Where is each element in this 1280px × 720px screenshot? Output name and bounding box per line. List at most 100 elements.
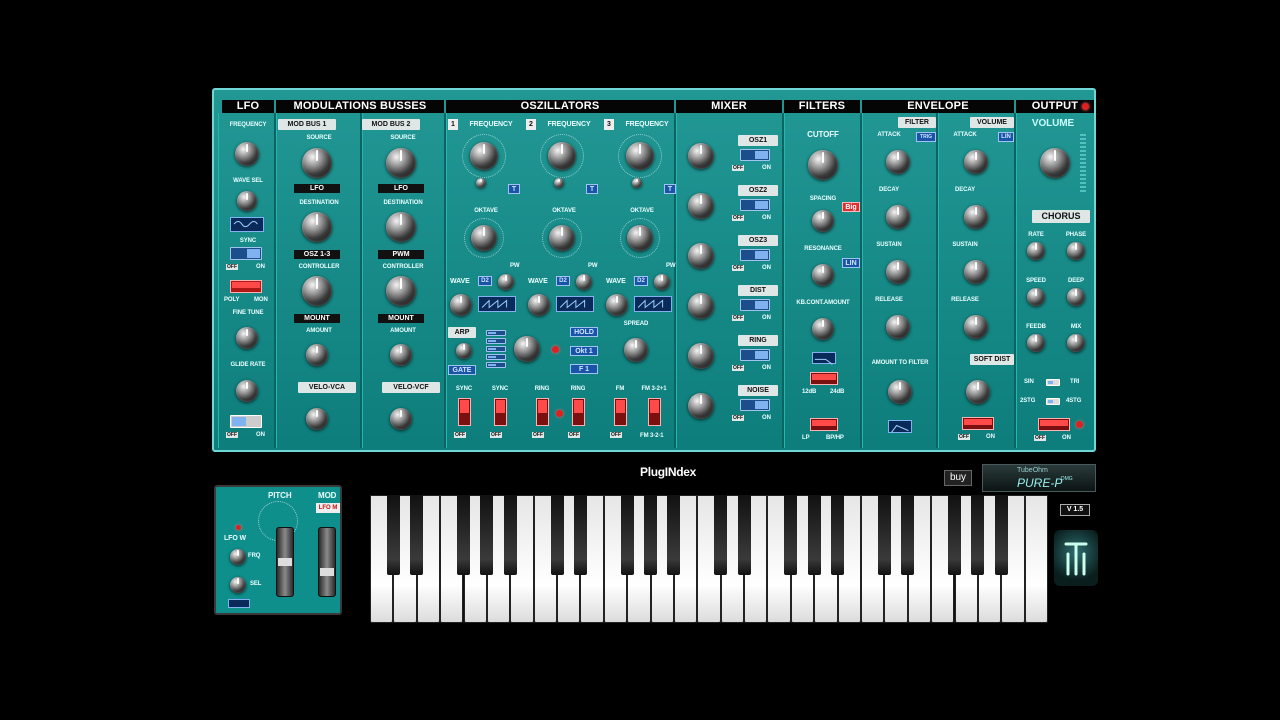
slope-switch[interactable] xyxy=(810,372,838,385)
osc-bottom-switch[interactable] xyxy=(458,398,471,426)
osc-bottom-switch[interactable] xyxy=(648,398,661,426)
black-key[interactable] xyxy=(457,495,470,575)
black-key[interactable] xyxy=(877,495,891,575)
osc-2-wave-knob[interactable] xyxy=(528,294,550,316)
black-key[interactable] xyxy=(948,495,961,575)
mod-bus-1-controller-knob[interactable] xyxy=(302,276,332,306)
black-key[interactable] xyxy=(901,495,915,575)
osc-1-wave-knob[interactable] xyxy=(450,294,472,316)
buy-button[interactable]: buy xyxy=(944,470,972,486)
osc-1-pw-knob[interactable] xyxy=(498,274,514,290)
velo-vcf-knob[interactable] xyxy=(390,408,412,430)
arp-mode-knob[interactable] xyxy=(514,336,540,362)
arp-mode-option[interactable] xyxy=(486,338,506,344)
soft-dist-knob[interactable] xyxy=(966,380,990,404)
osc-3-oktave-knob[interactable] xyxy=(627,225,653,251)
chorus-feedb-knob[interactable] xyxy=(1027,334,1045,352)
black-key[interactable] xyxy=(620,495,634,575)
volume-env-sustain-knob[interactable] xyxy=(964,260,988,284)
mod-bus-2-source-knob[interactable] xyxy=(386,148,416,178)
osc-2-frequency-knob[interactable] xyxy=(548,142,576,170)
black-key[interactable] xyxy=(573,495,587,575)
arp-mode-option[interactable] xyxy=(486,362,506,368)
filter-env-decay-knob[interactable] xyxy=(886,205,910,229)
poly-mono-switch[interactable] xyxy=(230,280,262,293)
osc-3-frequency-knob[interactable] xyxy=(626,142,654,170)
filter-mode-switch[interactable] xyxy=(810,418,838,431)
black-key[interactable] xyxy=(807,495,821,575)
mod-bus-1-source-knob[interactable] xyxy=(302,148,332,178)
black-key[interactable] xyxy=(737,495,751,575)
arp-mode-option[interactable] xyxy=(486,346,506,352)
black-key[interactable] xyxy=(503,495,517,575)
chorus-speed-knob[interactable] xyxy=(1027,288,1045,306)
fine-tune-knob[interactable] xyxy=(236,327,258,349)
cutoff-knob[interactable] xyxy=(808,150,838,180)
resonance-lin-button[interactable]: LIN xyxy=(842,258,860,268)
osc-1-fine-knob[interactable] xyxy=(476,178,486,188)
glide-switch[interactable] xyxy=(230,415,262,428)
black-key[interactable] xyxy=(831,495,845,575)
filter-trig-button[interactable]: TRIG xyxy=(916,132,936,142)
chorus-deep-knob[interactable] xyxy=(1067,288,1085,306)
osc-2-oktave-knob[interactable] xyxy=(549,225,575,251)
hold-button[interactable]: HOLD xyxy=(570,327,598,337)
osc-bottom-switch[interactable] xyxy=(536,398,549,426)
mod-bus-2-controller-knob[interactable] xyxy=(386,276,416,306)
big-button[interactable]: Big xyxy=(842,202,860,212)
mixer-osz2-switch[interactable] xyxy=(740,199,770,211)
soft-dist-switch[interactable] xyxy=(962,417,994,430)
output-volume-knob[interactable] xyxy=(1040,148,1070,178)
spread-knob[interactable] xyxy=(624,338,648,362)
black-key[interactable] xyxy=(714,495,728,575)
mixer-osz3-switch[interactable] xyxy=(740,249,770,261)
kb-cont-amount-knob[interactable] xyxy=(812,318,834,340)
filter-env-attack-knob[interactable] xyxy=(886,150,910,174)
osc-1-t-button[interactable]: T xyxy=(508,184,520,194)
mod-bus-1-amount-knob[interactable] xyxy=(306,344,328,366)
black-key[interactable] xyxy=(667,495,681,575)
filter-env-release-knob[interactable] xyxy=(886,315,910,339)
lfo-sel-knob[interactable] xyxy=(230,577,246,593)
arp-button[interactable]: ARP xyxy=(448,327,476,338)
resonance-knob[interactable] xyxy=(812,264,834,286)
mixer-ring-switch[interactable] xyxy=(740,349,770,361)
amount-to-filter-knob[interactable] xyxy=(888,380,912,404)
black-key[interactable] xyxy=(784,495,798,575)
osc-2-t-button[interactable]: T xyxy=(586,184,598,194)
arp-mode-option[interactable] xyxy=(486,330,506,336)
filter-env-sustain-knob[interactable] xyxy=(886,260,910,284)
oktave-1-button[interactable]: Okt 1 xyxy=(570,346,598,356)
mixer-noise-knob[interactable] xyxy=(688,393,714,419)
mod-bus-1-destination-knob[interactable] xyxy=(302,212,332,242)
osc-2-pw-knob[interactable] xyxy=(576,274,592,290)
osc-bottom-switch[interactable] xyxy=(614,398,627,426)
mixer-osz2-knob[interactable] xyxy=(688,193,714,219)
osc-2-fine-knob[interactable] xyxy=(554,178,564,188)
mixer-osz1-switch[interactable] xyxy=(740,149,770,161)
mixer-dist-switch[interactable] xyxy=(740,299,770,311)
mod-bus-2-amount-knob[interactable] xyxy=(390,344,412,366)
osc-1-frequency-knob[interactable] xyxy=(470,142,498,170)
lfo-wave-sel-knob[interactable] xyxy=(237,191,257,211)
osc-3-t-button[interactable]: T xyxy=(664,184,676,194)
osc-bottom-switch[interactable] xyxy=(494,398,507,426)
f1-button[interactable]: F 1 xyxy=(570,364,598,374)
volume-env-attack-knob[interactable] xyxy=(964,150,988,174)
mixer-noise-switch[interactable] xyxy=(740,399,770,411)
pitch-wheel[interactable] xyxy=(276,527,294,597)
mixer-ring-knob[interactable] xyxy=(688,343,714,369)
lfo-frq-knob[interactable] xyxy=(230,549,246,565)
chorus-mix-knob[interactable] xyxy=(1067,334,1085,352)
black-key[interactable] xyxy=(644,495,658,575)
chorus-on-switch[interactable] xyxy=(1038,418,1070,431)
black-key[interactable] xyxy=(480,495,494,575)
velo-vca-knob[interactable] xyxy=(306,408,328,430)
black-key[interactable] xyxy=(550,495,564,575)
volume-env-decay-knob[interactable] xyxy=(964,205,988,229)
osc-3-fine-knob[interactable] xyxy=(632,178,642,188)
black-key[interactable] xyxy=(410,495,424,575)
osc-3-wave-knob[interactable] xyxy=(606,294,628,316)
mod-bus-2-destination-knob[interactable] xyxy=(386,212,416,242)
chorus-phase-knob[interactable] xyxy=(1067,242,1085,260)
